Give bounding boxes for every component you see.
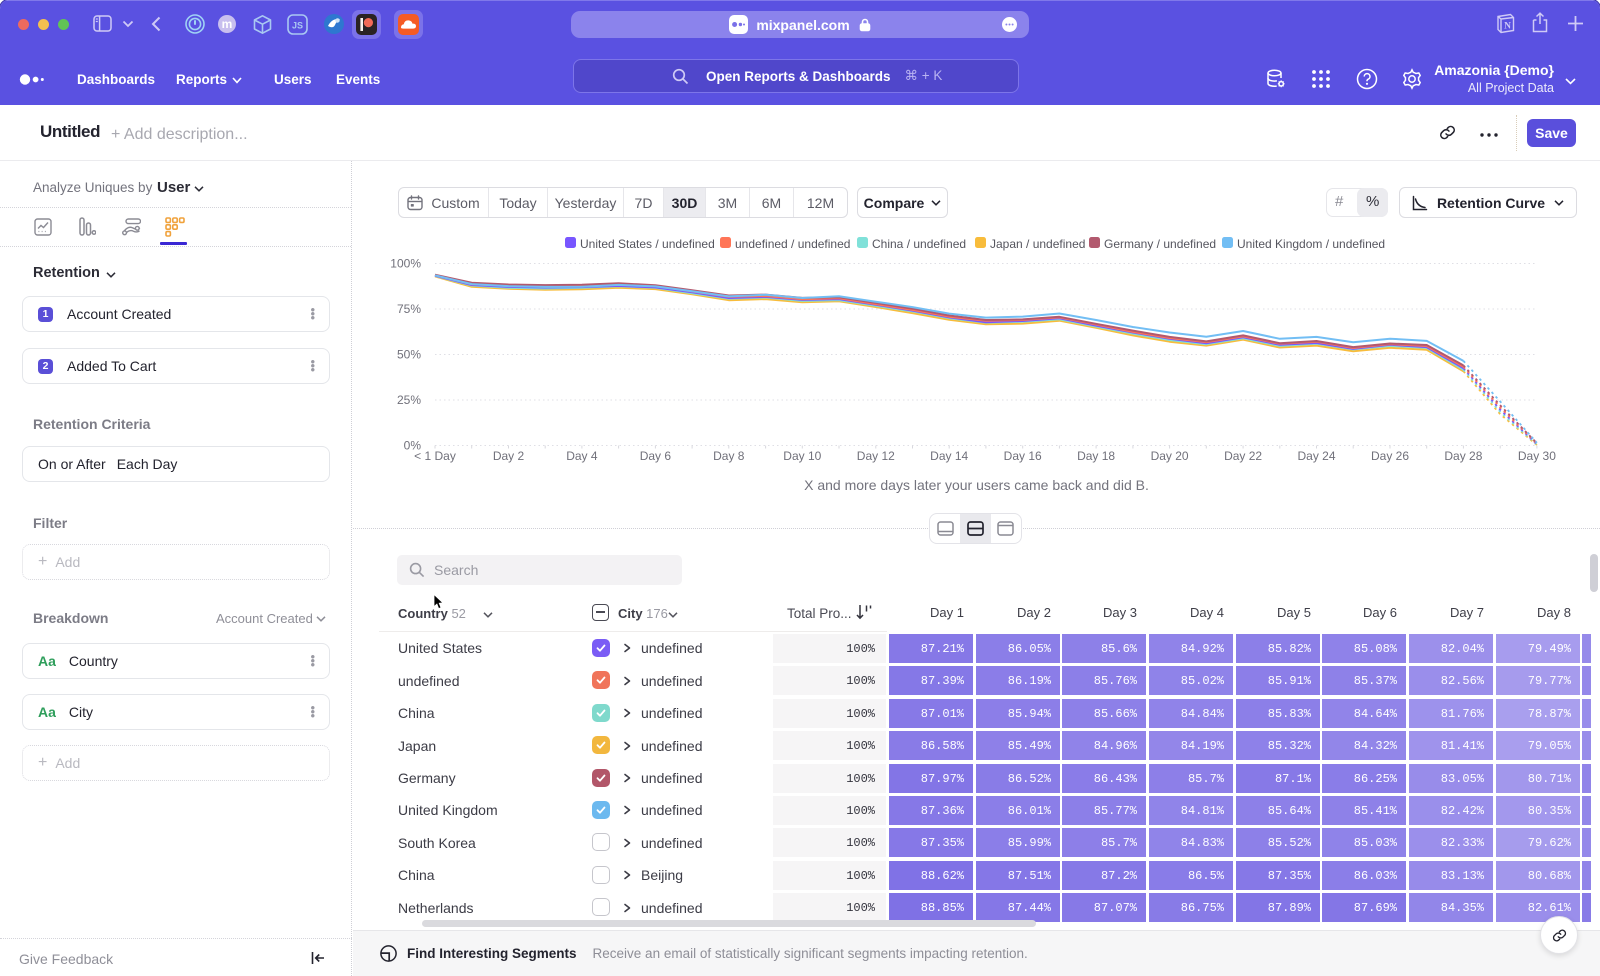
svg-text:Day 10: Day 10 <box>783 449 821 463</box>
svg-text:< 1 Day: < 1 Day <box>414 449 456 463</box>
svg-text:Day 8: Day 8 <box>713 449 745 463</box>
svg-text:Day 18: Day 18 <box>1077 449 1115 463</box>
svg-text:Day 6: Day 6 <box>640 449 672 463</box>
svg-text:100%: 100% <box>390 257 421 271</box>
svg-text:Day 14: Day 14 <box>930 449 968 463</box>
svg-text:50%: 50% <box>397 348 421 362</box>
svg-text:Day 20: Day 20 <box>1151 449 1189 463</box>
svg-text:Day 4: Day 4 <box>566 449 598 463</box>
svg-text:Day 22: Day 22 <box>1224 449 1262 463</box>
svg-text:Day 26: Day 26 <box>1371 449 1409 463</box>
svg-text:Day 12: Day 12 <box>857 449 895 463</box>
svg-text:25%: 25% <box>397 393 421 407</box>
svg-text:Day 28: Day 28 <box>1444 449 1482 463</box>
svg-text:JS: JS <box>292 21 303 31</box>
svg-text:Day 30: Day 30 <box>1518 449 1556 463</box>
svg-text:Day 16: Day 16 <box>1004 449 1042 463</box>
svg-text:75%: 75% <box>397 302 421 316</box>
svg-text:Day 2: Day 2 <box>493 449 525 463</box>
svg-text:Day 24: Day 24 <box>1297 449 1335 463</box>
svg-text:N: N <box>1504 22 1511 32</box>
